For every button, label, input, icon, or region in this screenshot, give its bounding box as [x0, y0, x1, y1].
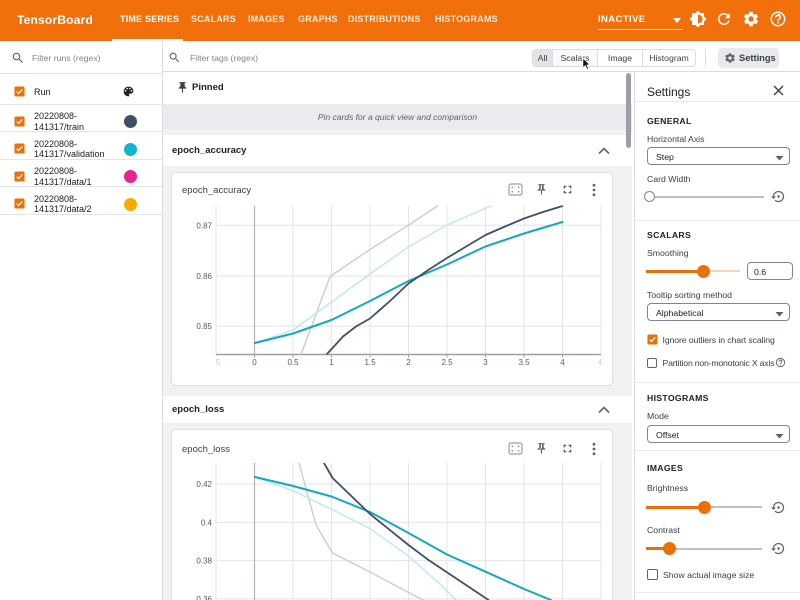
svg-text:3: 3 — [483, 358, 488, 367]
svg-text:5: 5 — [216, 358, 221, 367]
svg-text:0.87: 0.87 — [196, 221, 212, 230]
svg-text:1: 1 — [329, 358, 334, 367]
svg-text:2.5: 2.5 — [441, 358, 453, 367]
svg-text:4: 4 — [598, 358, 603, 367]
svg-text:0.36: 0.36 — [196, 595, 212, 600]
svg-text:0.86: 0.86 — [196, 272, 212, 281]
svg-text:0.4: 0.4 — [201, 518, 213, 527]
svg-text:2: 2 — [406, 358, 411, 367]
svg-text:4: 4 — [560, 358, 565, 367]
svg-text:1.5: 1.5 — [364, 358, 376, 367]
svg-text:0.85: 0.85 — [196, 322, 212, 331]
svg-text:3.5: 3.5 — [518, 358, 530, 367]
svg-text:0.38: 0.38 — [196, 557, 212, 566]
svg-text:0: 0 — [252, 358, 257, 367]
svg-text:0.42: 0.42 — [196, 480, 212, 489]
svg-text:0.5: 0.5 — [287, 358, 299, 367]
